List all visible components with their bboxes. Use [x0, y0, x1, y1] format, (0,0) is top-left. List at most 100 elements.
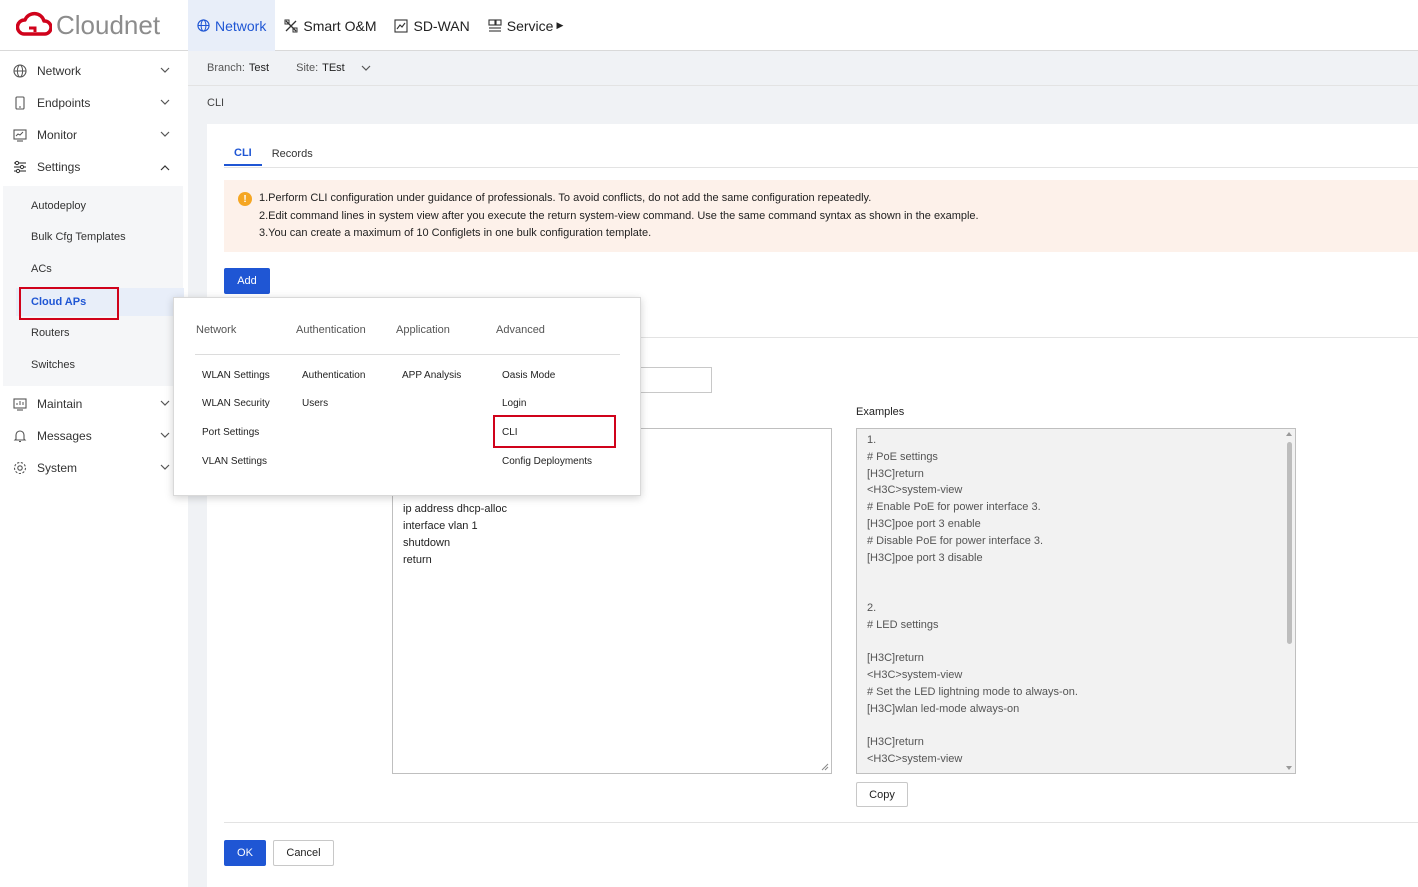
scroll-up-icon[interactable]: [1286, 431, 1292, 437]
sidebar: Network Endpoints Monitor Settings Autod…: [0, 51, 188, 887]
cancel-button[interactable]: Cancel: [273, 840, 334, 866]
globe-icon: [197, 19, 210, 32]
sidebar-item-label: Maintain: [37, 397, 83, 411]
nav-sdwan[interactable]: SD-WAN: [385, 0, 478, 51]
footer-divider: [224, 822, 1418, 823]
example-line: # PoE settings: [867, 450, 938, 463]
menu-item-oasis-mode[interactable]: Oasis Mode: [502, 370, 555, 381]
nav-service[interactable]: Service ▶: [479, 0, 573, 51]
branch-value[interactable]: Test: [249, 62, 269, 74]
examples-label: Examples: [856, 406, 905, 418]
example-line: # Enable PoE for power interface 3.: [867, 501, 1041, 514]
nav-service-label: Service: [506, 17, 554, 34]
notice-line-3: 3.You can create a maximum of 10 Configl…: [259, 227, 652, 239]
settings-submenu: Autodeploy Bulk Cfg Templates ACs Cloud …: [3, 186, 184, 386]
command-line: shutdown: [403, 537, 451, 549]
tools-icon: [284, 19, 298, 33]
branch-label: Branch:: [207, 62, 245, 74]
caret-right-icon: ▶: [556, 20, 564, 30]
sidebar-item-system[interactable]: System: [0, 452, 188, 484]
sidebar-item-label: Network: [37, 64, 82, 78]
sidebar-item-endpoints[interactable]: Endpoints: [0, 87, 188, 119]
sidebar-item-settings[interactable]: Settings: [0, 151, 188, 183]
page-title: CLI: [207, 97, 225, 109]
example-line: 1.: [867, 434, 877, 446]
notice-line-2: 2.Edit command lines in system view afte…: [259, 210, 979, 222]
menu-header-authentication: Authentication: [296, 324, 366, 336]
chevron-down-icon: [160, 131, 170, 137]
sub-item-bulk-cfg-templates[interactable]: Bulk Cfg Templates: [3, 223, 183, 251]
tab-cli[interactable]: CLI: [224, 142, 262, 166]
notice-line-1: 1.Perform CLI configuration under guidan…: [259, 192, 872, 204]
chevron-down-icon: [160, 432, 170, 438]
menu-item-authentication[interactable]: Authentication: [302, 370, 365, 381]
menu-header-application: Application: [396, 324, 450, 336]
top-header: Cloudnet Network Smart O&M SD-WAN Servic…: [0, 0, 1418, 51]
menu-item-vlan-settings[interactable]: VLAN Settings: [202, 456, 267, 467]
cloud-aps-menu: Network Authentication Application Advan…: [173, 297, 641, 496]
chevron-down-icon: [160, 67, 170, 73]
site-value[interactable]: TEst: [322, 62, 345, 74]
branch-site-bar: Branch: Test Site: TEst: [188, 51, 1418, 86]
menu-item-wlan-security[interactable]: WLAN Security: [202, 398, 270, 409]
menu-item-app-analysis[interactable]: APP Analysis: [402, 370, 461, 381]
sidebar-item-messages[interactable]: Messages: [0, 420, 188, 452]
command-line: return: [403, 554, 432, 566]
sub-item-switches[interactable]: Switches: [3, 351, 183, 379]
tab-records[interactable]: Records: [262, 142, 323, 166]
device-icon: [12, 95, 28, 111]
example-line: [H3C]return: [867, 736, 924, 749]
copy-button[interactable]: Copy: [856, 782, 908, 807]
sidebar-item-maintain[interactable]: Maintain: [0, 388, 188, 420]
top-nav: Network Smart O&M SD-WAN Service ▶: [188, 0, 572, 51]
chevron-down-icon: [160, 464, 170, 470]
sub-item-cloud-aps[interactable]: Cloud APs: [16, 288, 184, 316]
menu-header-advanced: Advanced: [496, 324, 545, 336]
site-label: Site:: [296, 62, 319, 74]
nav-smart-om-label: Smart O&M: [303, 17, 377, 34]
section-divider: [640, 337, 1418, 338]
add-button[interactable]: Add: [224, 268, 270, 294]
examples-scrollbar[interactable]: [1283, 429, 1295, 773]
nav-smart-om[interactable]: Smart O&M: [275, 0, 385, 51]
logo[interactable]: Cloudnet: [16, 9, 160, 41]
example-line: [H3C]poe port 3 disable: [867, 551, 983, 564]
example-line: # LED settings: [867, 618, 939, 631]
menu-item-config-deployments[interactable]: Config Deployments: [502, 456, 592, 467]
globe-icon: [12, 63, 28, 79]
menu-item-port-settings[interactable]: Port Settings: [202, 427, 259, 438]
menu-item-users[interactable]: Users: [302, 398, 328, 409]
resize-handle-icon[interactable]: [821, 763, 829, 771]
sidebar-item-network[interactable]: Network: [0, 55, 188, 87]
sidebar-item-label: Messages: [37, 429, 92, 443]
scroll-down-icon[interactable]: [1286, 765, 1292, 771]
example-line: <H3C>system-view: [867, 753, 963, 766]
menu-item-wlan-settings[interactable]: WLAN Settings: [202, 370, 270, 381]
service-icon: [488, 18, 502, 33]
example-line: # Set the LED lightning mode to always-o…: [867, 686, 1078, 698]
sidebar-item-monitor[interactable]: Monitor: [0, 119, 188, 151]
maintain-icon: [12, 396, 28, 412]
name-input[interactable]: [639, 367, 712, 393]
command-line: interface vlan 1: [403, 520, 478, 532]
example-line: [H3C]wlan led-mode always-on: [867, 702, 1020, 715]
sub-item-routers[interactable]: Routers: [3, 319, 183, 347]
menu-item-login[interactable]: Login: [502, 398, 526, 409]
ok-button[interactable]: OK: [224, 840, 266, 866]
chevron-down-icon[interactable]: [361, 63, 371, 73]
bell-icon: [12, 428, 28, 444]
cli-card: CLI Records ! 1.Perform CLI configuratio…: [207, 124, 1418, 887]
scroll-thumb[interactable]: [1287, 442, 1292, 644]
sub-item-acs[interactable]: ACs: [3, 255, 183, 283]
sidebar-item-label: Monitor: [37, 128, 78, 142]
chart-icon: [394, 18, 409, 33]
sidebar-item-label: Endpoints: [37, 96, 91, 110]
chevron-down-icon: [160, 400, 170, 406]
notice-banner: ! 1.Perform CLI configuration under guid…: [224, 180, 1418, 252]
menu-item-cli[interactable]: CLI: [502, 427, 518, 438]
examples-textarea[interactable]: 1. # PoE settings [H3C]return <H3C>system-v…: [856, 428, 1296, 774]
gear-icon: [12, 460, 28, 476]
sub-item-autodeploy[interactable]: Autodeploy: [3, 192, 183, 220]
nav-network[interactable]: Network: [188, 0, 276, 51]
example-line: [H3C]return: [867, 467, 924, 480]
